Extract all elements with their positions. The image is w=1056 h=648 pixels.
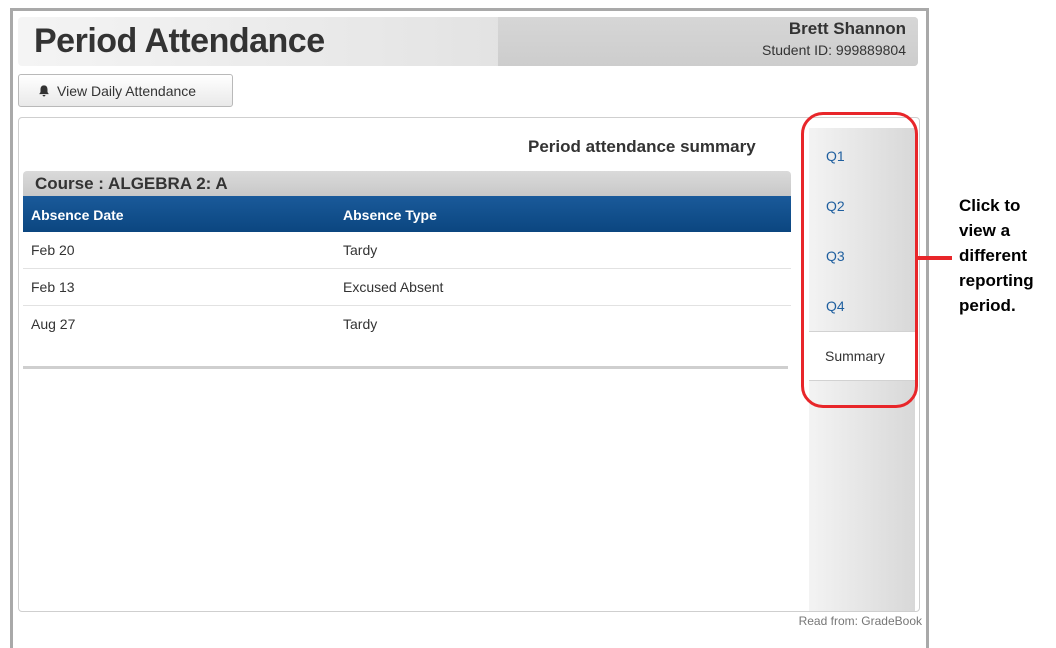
student-id: Student ID: 999889804 <box>761 42 906 58</box>
callout-connector-line <box>918 256 952 260</box>
callout-line: different <box>959 246 1027 265</box>
absence-type-cell: Tardy <box>343 316 378 332</box>
callout-line: Click to <box>959 196 1021 215</box>
page-title: Period Attendance <box>34 22 325 60</box>
table-header: Absence Date Absence Type <box>23 196 791 232</box>
absence-table: Absence Date Absence Type Feb 20 Tardy F… <box>23 196 791 342</box>
tabs-highlight-annotation <box>801 112 918 408</box>
table-divider <box>23 366 788 369</box>
column-header-absence-date[interactable]: Absence Date <box>31 207 124 223</box>
callout-line: period. <box>959 296 1016 315</box>
student-name: Brett Shannon <box>788 19 906 38</box>
absence-date-cell: Feb 20 <box>31 242 75 258</box>
table-row: Feb 20 Tardy <box>23 232 791 269</box>
callout-text: Click to view a different reporting peri… <box>959 193 1034 318</box>
table-row: Feb 13 Excused Absent <box>23 269 791 306</box>
table-row: Aug 27 Tardy <box>23 306 791 342</box>
absence-date-cell: Feb 13 <box>31 279 75 295</box>
absence-type-cell: Excused Absent <box>343 279 444 295</box>
callout-line: reporting <box>959 271 1034 290</box>
view-daily-attendance-button[interactable]: View Daily Attendance <box>18 74 233 107</box>
summary-title: Period attendance summary <box>528 137 756 156</box>
column-header-absence-type[interactable]: Absence Type <box>343 207 437 223</box>
callout-line: view a <box>959 221 1011 240</box>
absence-date-cell: Aug 27 <box>31 316 76 332</box>
course-label: Course : ALGEBRA 2: A <box>35 174 228 193</box>
page-header: Period Attendance Brett Shannon Student … <box>18 17 918 66</box>
view-daily-attendance-label: View Daily Attendance <box>57 82 197 99</box>
course-header: Course : ALGEBRA 2: A <box>23 171 791 196</box>
bell-icon <box>39 84 49 96</box>
absence-type-cell: Tardy <box>343 242 378 258</box>
data-source-label: Read from: GradeBook <box>798 614 922 628</box>
